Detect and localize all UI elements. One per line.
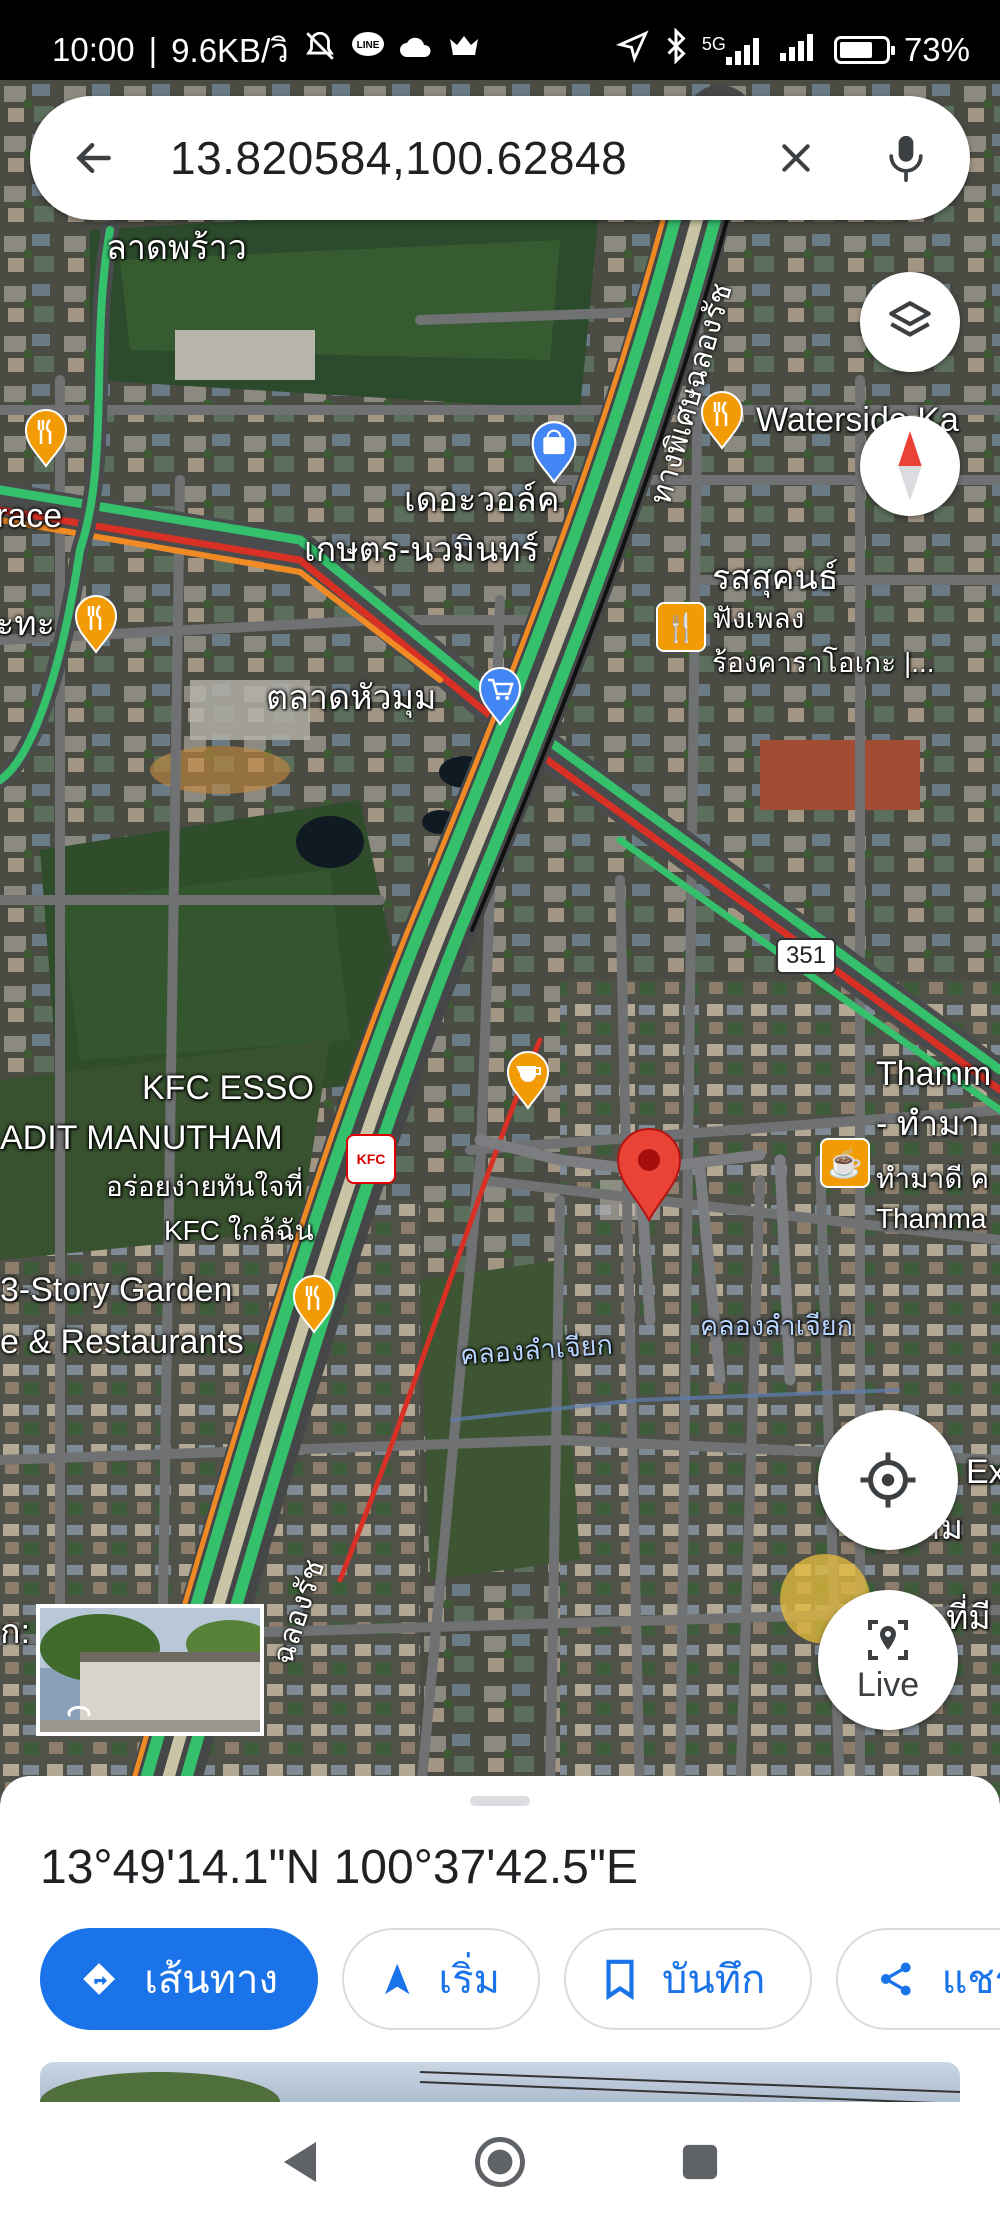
- label-garden-2[interactable]: e & Restaurants: [0, 1323, 244, 1361]
- coordinates-text: 13°49'14.1"N 100°37'42.5"E: [40, 1841, 638, 1894]
- start-button[interactable]: เริ่ม: [342, 1928, 540, 2030]
- directions-icon: [83, 1963, 116, 1995]
- label-thamma-2[interactable]: - ทำมา: [876, 1105, 980, 1143]
- search-bar[interactable]: 13.820584,100.62848: [30, 96, 970, 220]
- label-khlong-lamchiak-2: คลองลำเจียก: [700, 1311, 853, 1341]
- svg-text:LINE: LINE: [356, 40, 379, 51]
- restaurant-pin-icon[interactable]: [22, 408, 70, 468]
- status-left: 10:00 | 9.6KB/วิ LINE: [52, 24, 481, 77]
- label-garden-1[interactable]: 3-Story Garden: [0, 1271, 232, 1309]
- microphone-icon[interactable]: [876, 128, 936, 188]
- bookmark-icon: [606, 1959, 634, 2000]
- label-thamma-1[interactable]: Thamm: [876, 1055, 991, 1093]
- label-left-ka[interactable]: ก:: [0, 1613, 30, 1651]
- crosshair-icon: [860, 1452, 916, 1508]
- action-chips: เส้นทาง เริ่ม บันทึก แชร์: [40, 1928, 1000, 2030]
- restaurant-square-icon[interactable]: 🍴: [656, 602, 706, 652]
- label-thamma-3[interactable]: ทำมาดี ค: [876, 1163, 989, 1195]
- restaurant-pin-icon[interactable]: [290, 1274, 338, 1334]
- battery-percent: 73%: [903, 31, 970, 68]
- label-thamma-4[interactable]: Thamma: [876, 1203, 986, 1235]
- compass-icon: [898, 431, 922, 501]
- recents-square-icon: [682, 2144, 718, 2180]
- label-kfc-sub1[interactable]: อร่อยง่ายทันใจที่: [106, 1171, 303, 1203]
- network-type: 5G: [701, 34, 726, 54]
- mute-bell-icon: [303, 29, 337, 71]
- nav-back-button[interactable]: [260, 2122, 340, 2202]
- route-351-shield: 351: [776, 938, 837, 974]
- battery-fill: [839, 42, 872, 58]
- label-kfc-title[interactable]: KFC ESSO: [142, 1069, 314, 1107]
- place-sheet[interactable]: 13°49'14.1"N 100°37'42.5"E เส้นทาง เริ่ม…: [0, 1776, 1000, 2102]
- live-label: Live: [856, 1665, 920, 1704]
- battery-icon: [833, 36, 895, 64]
- label-talat-huamum[interactable]: ตลาดหัวมุม: [266, 679, 436, 717]
- label-rossukhon-sub1[interactable]: ฟังเพลง: [712, 603, 804, 635]
- start-label: เริ่ม: [438, 1958, 500, 2002]
- home-circle-icon: [475, 2137, 525, 2187]
- cafe-pin-icon[interactable]: [504, 1050, 552, 1110]
- label-rossukhon[interactable]: รสสุคนธ์: [712, 559, 839, 597]
- line-app-icon: LINE: [351, 31, 385, 69]
- live-view-button[interactable]: Live: [818, 1590, 958, 1730]
- label-lat-phrao[interactable]: ลาดพร้าว: [106, 229, 247, 267]
- signal-5g-icon: 5G: [701, 34, 766, 65]
- layers-button[interactable]: [860, 272, 960, 372]
- signal-icon: [779, 31, 820, 69]
- label-right-thimi[interactable]: ที่มี: [946, 1599, 991, 1637]
- restaurant-pin-icon[interactable]: [72, 594, 120, 654]
- status-right: 5G 73%: [615, 27, 970, 72]
- nav-recents-button[interactable]: [660, 2122, 740, 2202]
- label-rossukhon-sub2[interactable]: ร้องคาราโอเกะ |...: [712, 647, 935, 679]
- sheet-drag-handle[interactable]: [470, 1796, 530, 1806]
- map-view[interactable]: ทางพิเศษฉลองรัช ฉลองรัช 351 ลาดพร้าว rac…: [0, 80, 1000, 1800]
- cloud-icon: [399, 33, 433, 67]
- dropped-pin-icon[interactable]: [614, 1126, 684, 1222]
- location-arrow-icon: [615, 29, 650, 71]
- back-arrow-icon[interactable]: [64, 128, 124, 188]
- back-triangle-icon: [284, 2142, 316, 2182]
- status-divider: |: [148, 31, 158, 68]
- satellite-map: [0, 80, 1000, 1800]
- label-right-ex[interactable]: Ex: [966, 1453, 1000, 1491]
- shopping-cart-pin-icon[interactable]: [476, 666, 524, 726]
- place-photo[interactable]: [40, 2062, 960, 2102]
- share-button[interactable]: แชร์: [836, 1928, 1000, 2030]
- live-view-icon: [868, 1619, 908, 1660]
- label-kfc-sub2[interactable]: KFC ใกล้ฉัน: [164, 1215, 314, 1247]
- search-query[interactable]: 13.820584,100.62848: [170, 131, 766, 185]
- crown-icon: [447, 33, 481, 67]
- cafe-square-icon[interactable]: ☕: [820, 1138, 870, 1188]
- clear-icon[interactable]: [766, 128, 826, 188]
- label-kaset-nawamin[interactable]: เกษตร-นวมินทร์: [304, 531, 539, 569]
- my-location-button[interactable]: [818, 1410, 958, 1550]
- bluetooth-icon: [664, 27, 688, 72]
- restaurant-pin-icon[interactable]: [698, 390, 746, 450]
- street-view-thumbnail[interactable]: [36, 1604, 264, 1736]
- label-kfc-title-2[interactable]: ADIT MANUTHAM: [0, 1119, 283, 1157]
- nav-home-button[interactable]: [460, 2122, 540, 2202]
- status-net-speed: 9.6KB/วิ: [171, 31, 289, 69]
- kfc-logo-icon[interactable]: KFC: [346, 1134, 396, 1184]
- share-label: แชร์: [941, 1958, 1000, 2002]
- save-label: บันทึก: [662, 1958, 766, 2002]
- status-time: 10:00: [52, 31, 135, 68]
- save-button[interactable]: บันทึก: [564, 1928, 812, 2030]
- label-terrace[interactable]: race: [0, 497, 62, 535]
- directions-button[interactable]: เส้นทาง: [40, 1928, 318, 2030]
- compass-button[interactable]: [860, 416, 960, 516]
- label-the-walk[interactable]: เดอะวอล์ค: [404, 481, 559, 519]
- label-te-ha[interactable]: ะทะ: [0, 605, 55, 643]
- layers-icon: [889, 301, 931, 337]
- navigation-arrow-icon: [385, 1963, 410, 1995]
- share-icon: [880, 1962, 911, 1996]
- shopping-bag-pin-icon[interactable]: [528, 420, 580, 484]
- system-nav-bar: [0, 2102, 1000, 2222]
- directions-label: เส้นทาง: [144, 1958, 278, 2002]
